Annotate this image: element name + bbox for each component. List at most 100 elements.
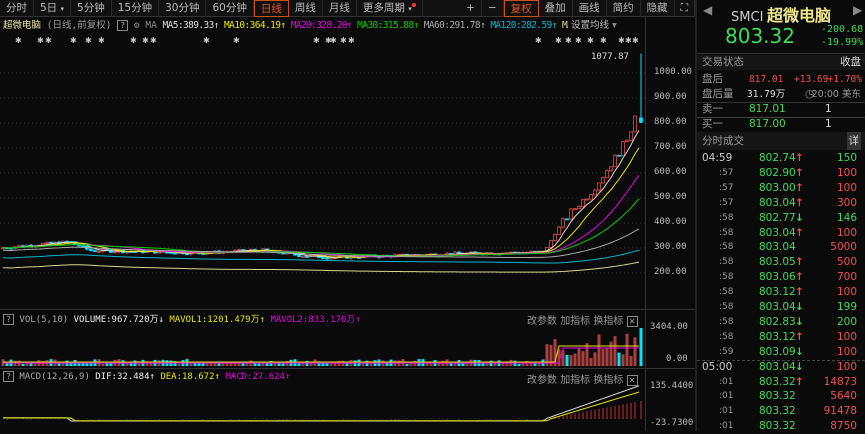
candle-body bbox=[237, 249, 241, 251]
tick-price: 802.83 bbox=[759, 315, 796, 328]
candle-body bbox=[89, 248, 93, 252]
help-icon[interactable]: ? bbox=[3, 371, 14, 382]
help-icon[interactable]: ? bbox=[3, 314, 14, 325]
tick-row: :57 803.00 ↑ 100 bbox=[697, 181, 865, 196]
volume-bar bbox=[639, 328, 643, 366]
tick-volume: 14873 bbox=[823, 375, 857, 388]
ma-settings[interactable]: 设置均线 bbox=[571, 20, 609, 31]
toolbar-button[interactable]: 叠加 bbox=[539, 0, 573, 17]
volume-bar bbox=[529, 363, 533, 366]
after-hours-pct: +1.70% bbox=[827, 74, 862, 85]
volume-bar bbox=[225, 363, 229, 366]
volume-bar bbox=[505, 363, 509, 366]
period-tab[interactable]: 月线 bbox=[323, 0, 357, 17]
tick-volume: 8750 bbox=[830, 420, 857, 433]
period-tab[interactable]: 5分钟 bbox=[71, 0, 112, 17]
ticks-title: 分时成交 bbox=[702, 135, 744, 147]
event-marker-icon: ✱ bbox=[600, 36, 607, 45]
chevron-down-icon: ▾ bbox=[609, 20, 617, 31]
candle-body bbox=[633, 115, 637, 133]
period-tab[interactable]: 60分钟 bbox=[206, 0, 254, 17]
tick-time: :01 bbox=[719, 406, 734, 417]
ma-value: MA30:315.88 bbox=[357, 20, 414, 31]
market-time: 20:00 美东 bbox=[811, 89, 861, 100]
event-marker-icon: ✱ bbox=[15, 36, 22, 45]
candle-body bbox=[589, 194, 593, 200]
period-tab[interactable]: 30分钟 bbox=[159, 0, 207, 17]
toolbar-button[interactable]: − bbox=[482, 0, 504, 17]
dif-value: DIF:32.484 bbox=[95, 372, 150, 382]
tick-time: :58 bbox=[719, 302, 734, 312]
candle-body bbox=[305, 256, 309, 258]
tick-row: :58 802.83 ↓ 200 bbox=[697, 315, 865, 330]
period-tab[interactable]: 日线 bbox=[253, 0, 289, 17]
fullscreen-icon[interactable]: ⛶ bbox=[675, 0, 695, 17]
volume-bar bbox=[449, 363, 453, 366]
volume-bar bbox=[585, 343, 589, 366]
gear-icon[interactable]: ⚙ bbox=[134, 20, 140, 31]
toolbar-button[interactable]: 画线 bbox=[573, 0, 607, 17]
arrow-up-icon: ↑ bbox=[795, 375, 804, 388]
period-toolbar: 分时 5日 ▾ 5分钟 15分钟 30分钟 60分钟 日线 周线 月线 更多周期 ▾ + − 复权 叠加… bbox=[0, 0, 695, 17]
period-tab[interactable]: 5日 ▾ bbox=[34, 0, 72, 17]
event-marker-icon: ✱ bbox=[130, 36, 137, 45]
event-marker-icon: ✱ bbox=[203, 36, 210, 45]
arrow-down-icon: ↓ bbox=[795, 360, 804, 373]
toolbar-button[interactable]: + bbox=[460, 0, 482, 17]
ma-value: MA60:291.78 bbox=[423, 20, 481, 31]
dea-value: DEA:18.672 bbox=[160, 372, 215, 382]
volume-bar bbox=[565, 354, 569, 366]
candle-body bbox=[297, 254, 301, 258]
detail-button[interactable]: 详 bbox=[846, 132, 861, 150]
tick-price: 803.32 bbox=[759, 405, 796, 418]
bid-qty: 1 bbox=[825, 118, 832, 130]
candle-body bbox=[597, 182, 601, 191]
candle-body bbox=[17, 245, 21, 248]
price-tick: 800.00 bbox=[654, 117, 687, 127]
tick-row: :57 803.04 ↑ 300 bbox=[697, 196, 865, 211]
tick-price: 803.04 bbox=[759, 226, 796, 239]
tick-row: :01 803.32 5640 bbox=[697, 389, 865, 404]
period-tab[interactable]: 更多周期 ▾ bbox=[357, 0, 423, 17]
tick-volume: 5640 bbox=[830, 390, 857, 403]
candle-body bbox=[321, 257, 325, 259]
tick-price: 803.06 bbox=[759, 271, 796, 284]
volume-value: VOLUME:967.720万 bbox=[73, 315, 159, 325]
tick-row: :59 803.09 ↓ 100 bbox=[697, 345, 865, 360]
volume-bar bbox=[177, 363, 181, 366]
event-marker-icon: ✱ bbox=[233, 36, 240, 45]
tick-time: :58 bbox=[719, 227, 734, 238]
volume-bar bbox=[25, 363, 29, 366]
volume-bar bbox=[61, 363, 65, 366]
ma-settings-button[interactable]: 设置均线 ▾ bbox=[568, 17, 620, 34]
candle-body bbox=[639, 117, 643, 123]
arrow-up-icon: ↑ bbox=[795, 166, 804, 179]
after-hours-change: +13.69 bbox=[794, 74, 829, 85]
price-tick: 500.00 bbox=[654, 192, 687, 202]
tick-time: :59 bbox=[719, 346, 734, 357]
tick-time: 04:59 bbox=[702, 152, 733, 164]
tick-row: :58 803.12 ↑ 100 bbox=[697, 330, 865, 345]
tick-time: :58 bbox=[719, 331, 734, 342]
candlestick-chart[interactable]: ✱ ✱ ✱ ✱ ✱ ✱ ✱ ✱ ✱ ✱ ✱ ✱ ✱✱ ✱ ✱ ✱ ✱ ✱ ✱ ✱ ✱ ✱ ✱ ✱ bbox=[0, 34, 645, 309]
event-marker-icon: ✱ bbox=[330, 36, 337, 45]
stock-title: 超微电脑 bbox=[766, 6, 831, 25]
toolbar-button[interactable]: 复权 bbox=[503, 0, 539, 17]
period-tab[interactable]: 分时 bbox=[0, 0, 34, 17]
period-tab[interactable]: 15分钟 bbox=[112, 0, 160, 17]
candle-body bbox=[113, 251, 117, 254]
volume-bar bbox=[609, 341, 613, 366]
mavol1-value: MAVOL1:1201.479万 bbox=[169, 315, 260, 325]
tick-volume: 200 bbox=[836, 315, 857, 328]
toolbar-button[interactable]: 隐藏 bbox=[641, 0, 675, 17]
price-tick: 200.00 bbox=[654, 267, 687, 277]
tick-row: :01 803.32 8750 bbox=[697, 419, 865, 434]
tick-price: 802.90 bbox=[759, 166, 796, 179]
period-tab[interactable]: 周线 bbox=[289, 0, 323, 17]
candle-body bbox=[173, 252, 177, 255]
toolbar-button[interactable]: 简约 bbox=[607, 0, 641, 17]
price-tick: 400.00 bbox=[654, 217, 687, 227]
tick-row: 05:00 803.04 ↓ 100 bbox=[697, 360, 865, 375]
tick-price: 803.04 bbox=[759, 241, 796, 254]
help-icon[interactable]: ? bbox=[117, 20, 129, 31]
